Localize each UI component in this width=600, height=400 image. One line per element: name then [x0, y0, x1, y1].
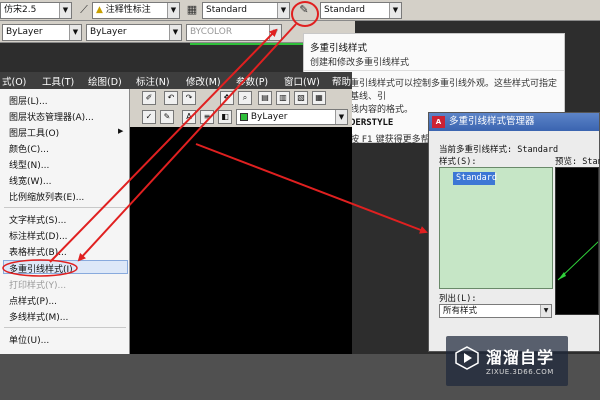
menu-separator	[4, 207, 126, 208]
menu-separator	[4, 327, 126, 328]
site-watermark: 溜溜自学 ZIXUE.3D66.COM	[446, 336, 568, 386]
menu-draw[interactable]: 绘图(D)	[88, 74, 122, 88]
current-style-label: 当前多重引线样式: Standard	[439, 145, 559, 155]
main-menubar: 式(O) 工具(T) 绘图(D) 标注(N) 修改(M) 参数(P) 窗口(W)…	[0, 72, 352, 89]
menu-item-layer-states[interactable]: 图层状态管理器(A)...	[9, 110, 94, 123]
watermark-brand: 溜溜自学	[486, 348, 555, 367]
zoom-icon[interactable]: ⌕	[238, 91, 252, 105]
menu-item-scale-list[interactable]: 比例缩放列表(E)...	[9, 190, 84, 203]
chevron-down-icon: ▼	[335, 110, 347, 124]
table-style-icon[interactable]: ▦	[184, 2, 200, 18]
tooltip-divider	[304, 70, 564, 71]
format-menu-dropdown: 图层(L)... 图层状态管理器(A)... 图层工具(O) ▶ 颜色(C)..…	[0, 89, 130, 354]
menu-item-lineweight[interactable]: 线宽(W)...	[9, 174, 52, 187]
linetype-combo[interactable]: ByLayer ▼	[86, 24, 182, 41]
menu-item-layer-tools[interactable]: 图层工具(O)	[9, 126, 59, 139]
match-properties-icon[interactable]: ✐	[142, 91, 156, 105]
table-style-combo[interactable]: Standard ▼	[202, 2, 290, 19]
chevron-down-icon: ▼	[167, 3, 179, 18]
text-edit-icon[interactable]: ✎	[160, 110, 174, 124]
play-logo-icon	[455, 346, 479, 370]
styles-label: 样式(S):	[439, 157, 477, 167]
chevron-down-icon: ▼	[59, 3, 71, 18]
menu-item-units[interactable]: 单位(U)...	[9, 333, 49, 346]
list-filter-value: 所有样式	[443, 306, 478, 316]
list-filter-label: 列出(L):	[439, 294, 477, 304]
mleader-style-value: Standard	[324, 5, 365, 15]
chevron-down-icon: ▼	[169, 25, 181, 40]
watermark-url: ZIXUE.3D66.COM	[486, 368, 554, 376]
menu-item-mleader-style[interactable]: 多重引线样式(I)	[9, 262, 73, 275]
menu-item-dimension-style[interactable]: 标注样式(D)...	[9, 229, 68, 242]
mleader-style-combo[interactable]: Standard ▼	[320, 2, 402, 19]
layer-color-swatch-icon	[240, 112, 248, 121]
layer-combo-value: ByLayer	[6, 27, 43, 37]
chevron-down-icon: ▼	[540, 305, 551, 317]
tooltip-command: DERSTYLE	[350, 118, 394, 128]
mleader-style-manager-dialog: 多重引线样式管理器 A 当前多重引线样式: Standard 样式(S): 预览…	[428, 112, 600, 352]
preview-leader-graphic	[557, 241, 598, 281]
style-list-item-standard[interactable]: Standard	[453, 172, 497, 185]
menu-item-mline-style[interactable]: 多线样式(M)...	[9, 310, 68, 323]
menu-item-text-style[interactable]: 文字样式(S)...	[9, 213, 66, 226]
tooltip-more-help: 按 F1 键获得更多帮助	[350, 135, 439, 145]
spellcheck-icon[interactable]: ✓	[142, 110, 156, 124]
undo-icon[interactable]: ↶	[164, 91, 178, 105]
chevron-down-icon: ▼	[69, 25, 81, 40]
menu-dimension[interactable]: 标注(N)	[136, 74, 170, 88]
chevron-down-icon: ▼	[389, 3, 401, 18]
menu-modify[interactable]: 修改(M)	[186, 74, 221, 88]
layer-properties-icon[interactable]: ◧	[218, 110, 232, 124]
standard-toolbar: ✐ ↶ ↷ ✥ ⌕ ▤ ▥ ▧ ▦ ✓ ✎ A ≡ ◧ ByLayer ▼	[130, 89, 352, 127]
annotative-icon: ▲	[96, 5, 103, 15]
redo-icon[interactable]: ↷	[182, 91, 196, 105]
chevron-down-icon: ▼	[277, 3, 289, 18]
text-style-font-combo[interactable]: 仿宋2.5 ▼	[0, 2, 72, 19]
mleader-style-icon[interactable]: ✎	[296, 2, 312, 18]
menu-window[interactable]: 窗口(W)	[284, 74, 320, 88]
linetype-combo-value: ByLayer	[90, 27, 127, 37]
pan-icon[interactable]: ✥	[220, 91, 234, 105]
menu-help[interactable]: 帮助	[332, 74, 351, 88]
current-layer-value: ByLayer	[250, 112, 288, 122]
design-center-icon[interactable]: ▥	[276, 91, 290, 105]
annotative-label: 注释性标注	[105, 5, 151, 15]
dialog-titlebar[interactable]: 多重引线样式管理器	[429, 113, 599, 131]
menu-item-color[interactable]: 颜色(C)...	[9, 142, 49, 155]
current-layer-combo[interactable]: ByLayer ▼	[236, 109, 348, 125]
properties-toolbar: ByLayer ▼ ByLayer ▼ BYCOLOR ▼	[0, 21, 355, 43]
properties-icon[interactable]: ▤	[258, 91, 272, 105]
drawing-canvas[interactable]	[130, 127, 352, 354]
dimension-style-icon[interactable]: ⟋	[76, 2, 92, 18]
tool-palettes-icon[interactable]: ▧	[294, 91, 308, 105]
autocad-logo-icon: A	[432, 116, 445, 128]
styles-toolbar: 仿宋2.5 ▼ ⟋ ▲ 注释性标注 ▼ ▦ Standard ▼ ✎ Stand…	[0, 0, 600, 21]
menu-item-layer[interactable]: 图层(L)...	[9, 94, 48, 107]
chevron-down-icon: ▼	[269, 25, 281, 40]
menu-item-linetype[interactable]: 线型(N)...	[9, 158, 49, 171]
dialog-title: 多重引线样式管理器	[449, 116, 535, 127]
menu-parametric[interactable]: 参数(P)	[236, 74, 268, 88]
table-style-value: Standard	[206, 5, 247, 15]
list-filter-combo[interactable]: 所有样式 ▼	[439, 304, 552, 318]
dimension-style-combo[interactable]: ▲ 注释性标注 ▼	[92, 2, 180, 19]
plotstyle-combo[interactable]: BYCOLOR ▼	[186, 24, 282, 41]
menu-tools[interactable]: 工具(T)	[42, 74, 74, 88]
menu-item-plot-style: 打印样式(Y)...	[9, 281, 67, 291]
tooltip-subtitle: 创建和修改多重引线样式	[310, 58, 410, 68]
plotstyle-combo-value: BYCOLOR	[190, 27, 233, 37]
text-style-icon[interactable]: A	[182, 110, 196, 124]
preview-label: 预览: Stan	[555, 157, 600, 167]
text-align-icon[interactable]: ≡	[200, 110, 214, 124]
tooltip-title: 多重引线样式	[310, 43, 368, 54]
font-combo-value: 仿宋2.5	[4, 5, 37, 15]
menu-format[interactable]: 式(O)	[2, 74, 26, 88]
layer-property-combo[interactable]: ByLayer ▼	[2, 24, 82, 41]
calculator-icon[interactable]: ▦	[312, 91, 326, 105]
menu-item-point-style[interactable]: 点样式(P)...	[9, 294, 57, 307]
styles-list[interactable]: Standard	[439, 167, 553, 289]
style-preview	[555, 167, 599, 315]
menu-item-table-style[interactable]: 表格样式(B)...	[9, 245, 67, 258]
submenu-arrow-icon: ▶	[118, 127, 124, 135]
